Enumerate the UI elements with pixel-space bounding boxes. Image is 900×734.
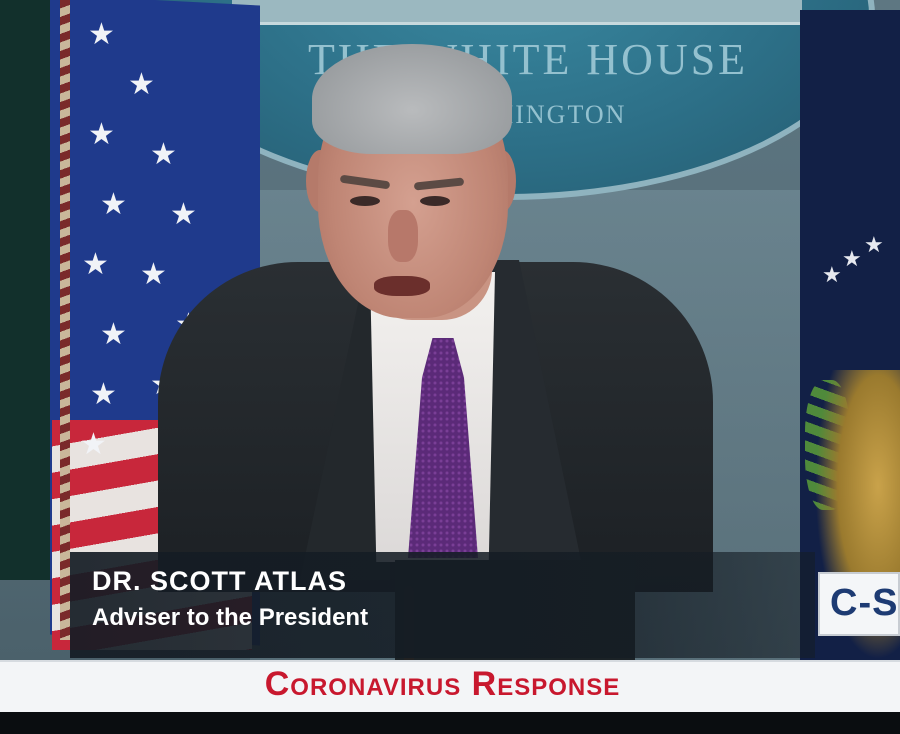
speaker-title: Adviser to the President bbox=[92, 604, 369, 631]
star-icon: ★ bbox=[90, 378, 117, 411]
star-icon: ★ bbox=[82, 248, 109, 281]
network-logo: C-SPAN bbox=[818, 572, 900, 636]
speaker-mouth bbox=[374, 276, 430, 296]
left-dark-strip bbox=[0, 0, 52, 580]
letterbox-bar bbox=[0, 712, 900, 734]
network-logo-text: C-SPAN bbox=[830, 582, 899, 624]
flag-fringe bbox=[60, 0, 70, 640]
star-icon: ★ bbox=[822, 262, 842, 287]
star-icon: ★ bbox=[88, 18, 115, 51]
speaker-hair bbox=[312, 44, 512, 154]
topic-banner-text: Coronavirus Response bbox=[264, 665, 621, 703]
star-icon: ★ bbox=[80, 428, 107, 461]
star-icon: ★ bbox=[88, 118, 115, 151]
star-icon: ★ bbox=[128, 68, 155, 101]
star-icon: ★ bbox=[100, 318, 127, 351]
star-icon: ★ bbox=[842, 246, 862, 271]
eye-right bbox=[420, 196, 450, 206]
video-frame: THE WHITE HOUSE WASHINGTON ★ ★ ★ ★ ★ ★ ★… bbox=[0, 0, 900, 734]
star-icon: ★ bbox=[100, 188, 127, 221]
star-icon: ★ bbox=[864, 232, 884, 257]
speaker-name: DR. SCOTT ATLAS bbox=[92, 566, 347, 596]
star-icon: ★ bbox=[150, 138, 177, 171]
star-icon: ★ bbox=[170, 198, 197, 231]
sign-top-bar bbox=[232, 0, 802, 25]
speaker-nose bbox=[388, 210, 418, 262]
star-icon: ★ bbox=[140, 258, 167, 291]
eye-left bbox=[350, 196, 380, 206]
